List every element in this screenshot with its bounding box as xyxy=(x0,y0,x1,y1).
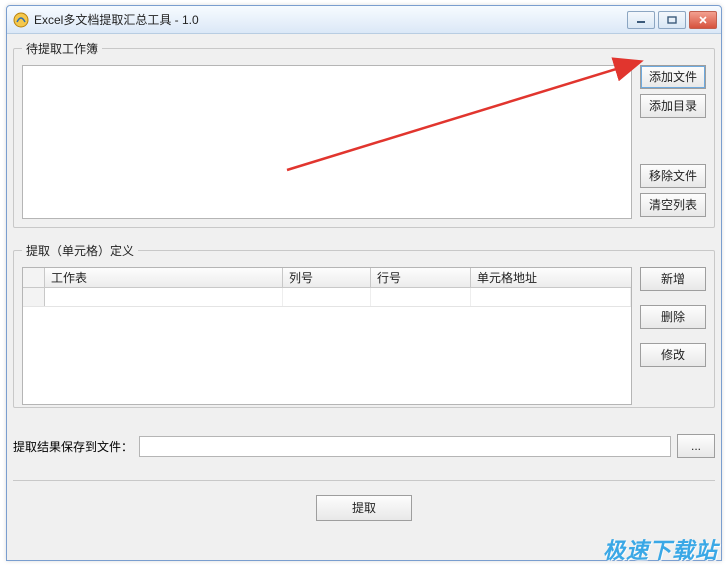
add-file-button[interactable]: 添加文件 xyxy=(640,65,706,89)
extract-button[interactable]: 提取 xyxy=(316,495,412,521)
col-header-addr[interactable]: 单元格地址 xyxy=(471,268,631,287)
titlebar[interactable]: Excel多文档提取汇总工具 - 1.0 xyxy=(7,6,721,34)
clear-list-button[interactable]: 清空列表 xyxy=(640,193,706,217)
minimize-button[interactable] xyxy=(627,11,655,29)
close-button[interactable] xyxy=(689,11,717,29)
workbooks-group: 待提取工作簿 添加文件 添加目录 移除文件 清空列表 xyxy=(13,40,715,228)
workbooks-buttons: 添加文件 添加目录 移除文件 清空列表 xyxy=(640,65,706,219)
cells-grid[interactable]: 工作表 列号 行号 单元格地址 xyxy=(22,267,632,405)
delete-cell-button[interactable]: 删除 xyxy=(640,305,706,329)
grid-body[interactable] xyxy=(23,288,631,405)
cells-group: 提取（单元格）定义 工作表 列号 行号 单元格地址 xyxy=(13,242,715,408)
grid-corner xyxy=(23,268,45,287)
col-header-row[interactable]: 行号 xyxy=(371,268,471,287)
cells-buttons: 新增 删除 修改 xyxy=(640,267,706,399)
cells-legend: 提取（单元格）定义 xyxy=(22,242,138,259)
save-label: 提取结果保存到文件： xyxy=(13,438,133,455)
grid-header: 工作表 列号 行号 单元格地址 xyxy=(23,268,631,288)
client-area: 待提取工作簿 添加文件 添加目录 移除文件 清空列表 提取（单元格）定义 工作 xyxy=(13,40,715,554)
footer: 提取 xyxy=(13,495,715,521)
maximize-button[interactable] xyxy=(658,11,686,29)
window-title: Excel多文档提取汇总工具 - 1.0 xyxy=(34,11,627,28)
col-header-worksheet[interactable]: 工作表 xyxy=(45,268,283,287)
save-path-input[interactable] xyxy=(139,436,671,457)
add-dir-button[interactable]: 添加目录 xyxy=(640,94,706,118)
remove-file-button[interactable]: 移除文件 xyxy=(640,164,706,188)
edit-cell-button[interactable]: 修改 xyxy=(640,343,706,367)
add-cell-button[interactable]: 新增 xyxy=(640,267,706,291)
divider xyxy=(13,480,715,481)
app-icon xyxy=(13,12,29,28)
col-header-col[interactable]: 列号 xyxy=(283,268,371,287)
window-controls xyxy=(627,11,717,29)
watermark: 极速下载站 xyxy=(603,533,718,565)
browse-button[interactable]: ... xyxy=(677,434,715,458)
workbooks-legend: 待提取工作簿 xyxy=(22,40,102,57)
row-header xyxy=(23,288,45,306)
save-row: 提取结果保存到文件： ... xyxy=(13,434,715,458)
app-window: Excel多文档提取汇总工具 - 1.0 待提取工作簿 添加文件 添加目录 xyxy=(6,5,722,561)
file-list[interactable] xyxy=(22,65,632,219)
table-row[interactable] xyxy=(23,288,631,307)
